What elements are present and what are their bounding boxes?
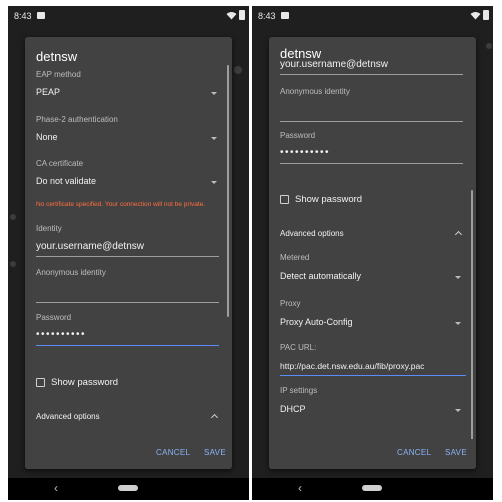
checkbox-icon[interactable] — [36, 377, 45, 387]
navigation-bar: ‹ — [252, 478, 493, 500]
eap-method-value: PEAP — [36, 87, 61, 97]
battery-icon — [239, 10, 245, 20]
notification-icon — [37, 12, 45, 19]
identity-input[interactable]: your.username@detnsw — [280, 59, 463, 75]
navigation-bar: ‹ — [8, 478, 249, 500]
password-input[interactable]: •••••••••• — [36, 329, 219, 346]
dropdown-arrow-icon — [455, 409, 461, 412]
show-password-row[interactable]: Show password — [36, 374, 118, 390]
checkbox-icon[interactable] — [280, 194, 289, 204]
nav-back-icon[interactable]: ‹ — [54, 481, 58, 495]
proxy-value: Proxy Auto-Config — [280, 317, 353, 327]
show-password-label: Show password — [51, 376, 119, 388]
anonymous-identity-input[interactable] — [36, 287, 219, 303]
status-bar: 8:43 — [252, 6, 493, 26]
show-password-label: Show password — [295, 193, 363, 205]
chevron-up-icon — [210, 413, 219, 422]
system-icons — [470, 10, 489, 20]
wifi-icon — [226, 11, 237, 19]
save-button[interactable]: SAVE — [445, 448, 467, 457]
ip-settings-dropdown[interactable]: DHCP — [280, 403, 465, 419]
wifi-config-dialog: detnsw your.username@detnsw Anonymous id… — [269, 37, 476, 469]
chevron-up-icon — [454, 230, 463, 239]
ca-certificate-label: CA certificate — [36, 159, 84, 168]
dropdown-arrow-icon — [211, 137, 217, 140]
status-bar: 8:43 — [8, 6, 249, 26]
phase2-dropdown[interactable]: None — [36, 131, 221, 147]
dialog-button-bar: CANCEL SAVE — [25, 439, 232, 469]
eap-method-label: EAP method — [36, 70, 81, 79]
pac-url-value: http://pac.det.nsw.edu.au/fib/proxy.pac — [280, 361, 425, 371]
ca-certificate-value: Do not validate — [36, 176, 97, 186]
password-value: •••••••••• — [36, 329, 87, 340]
notification-icon — [281, 12, 289, 19]
phase2-value: None — [36, 132, 58, 142]
advanced-options-toggle[interactable]: Advanced options — [36, 410, 221, 426]
scrollbar[interactable] — [471, 190, 473, 440]
dropdown-arrow-icon — [455, 276, 461, 279]
anonymous-identity-input[interactable] — [280, 106, 463, 122]
background-wifi-icon — [10, 214, 16, 220]
password-input[interactable]: •••••••••• — [280, 147, 463, 164]
ip-settings-label: IP settings — [280, 386, 318, 395]
background-wifi-icon — [10, 261, 16, 267]
nav-home-icon[interactable] — [362, 485, 382, 491]
wifi-icon — [470, 11, 481, 19]
anonymous-identity-label: Anonymous identity — [36, 268, 106, 277]
battery-icon — [483, 10, 489, 20]
wifi-config-dialog: detnsw EAP method PEAP Phase-2 authentic… — [25, 37, 232, 469]
advanced-options-toggle[interactable]: Advanced options — [280, 227, 465, 243]
dialog-title: detnsw — [280, 46, 326, 61]
metered-dropdown[interactable]: Detect automatically — [280, 270, 465, 286]
show-password-row[interactable]: Show password — [280, 191, 362, 207]
cancel-button[interactable]: CANCEL — [156, 448, 190, 457]
phone-screen-left: 8:43 detnsw EAP method PEAP Phase-2 auth… — [8, 6, 249, 500]
identity-value: your.username@detnsw — [36, 241, 144, 252]
ip-settings-value: DHCP — [280, 404, 306, 414]
dropdown-arrow-icon — [455, 322, 461, 325]
proxy-label: Proxy — [280, 299, 301, 308]
nav-back-icon[interactable]: ‹ — [298, 481, 302, 495]
background-search-icon — [486, 43, 492, 49]
phase2-label: Phase-2 authentication — [36, 115, 118, 124]
password-label: Password — [280, 131, 316, 140]
identity-label: Identity — [36, 224, 62, 233]
password-value: •••••••••• — [280, 147, 331, 158]
advanced-options-label: Advanced options — [36, 412, 100, 421]
proxy-dropdown[interactable]: Proxy Auto-Config — [280, 316, 465, 332]
eap-method-dropdown[interactable]: PEAP — [36, 86, 221, 102]
dropdown-arrow-icon — [211, 92, 217, 95]
dialog-title: detnsw — [36, 49, 82, 64]
status-time: 8:43 — [14, 11, 32, 21]
ca-warning-text: No certificate specified. Your connectio… — [36, 201, 206, 208]
anonymous-identity-label: Anonymous identity — [280, 87, 350, 96]
save-button[interactable]: SAVE — [204, 448, 226, 457]
dialog-button-bar: CANCEL SAVE — [269, 439, 476, 469]
pac-url-input[interactable]: http://pac.det.nsw.edu.au/fib/proxy.pac — [280, 360, 466, 376]
nav-home-icon[interactable] — [118, 485, 138, 491]
scrollbar[interactable] — [227, 65, 229, 317]
metered-label: Metered — [280, 253, 310, 262]
advanced-options-label: Advanced options — [280, 229, 344, 238]
metered-value: Detect automatically — [280, 271, 362, 281]
identity-input[interactable]: your.username@detnsw — [36, 241, 219, 257]
dropdown-arrow-icon — [211, 181, 217, 184]
cancel-button[interactable]: CANCEL — [397, 448, 431, 457]
phone-screen-right: 8:43 detnsw your.username@detnsw Anonymo… — [252, 6, 493, 500]
ca-certificate-dropdown[interactable]: Do not validate — [36, 175, 221, 191]
password-label: Password — [36, 313, 72, 322]
status-time: 8:43 — [258, 11, 276, 21]
system-icons — [226, 10, 245, 20]
pac-url-label: PAC URL: — [280, 343, 317, 352]
background-search-icon — [234, 66, 242, 74]
